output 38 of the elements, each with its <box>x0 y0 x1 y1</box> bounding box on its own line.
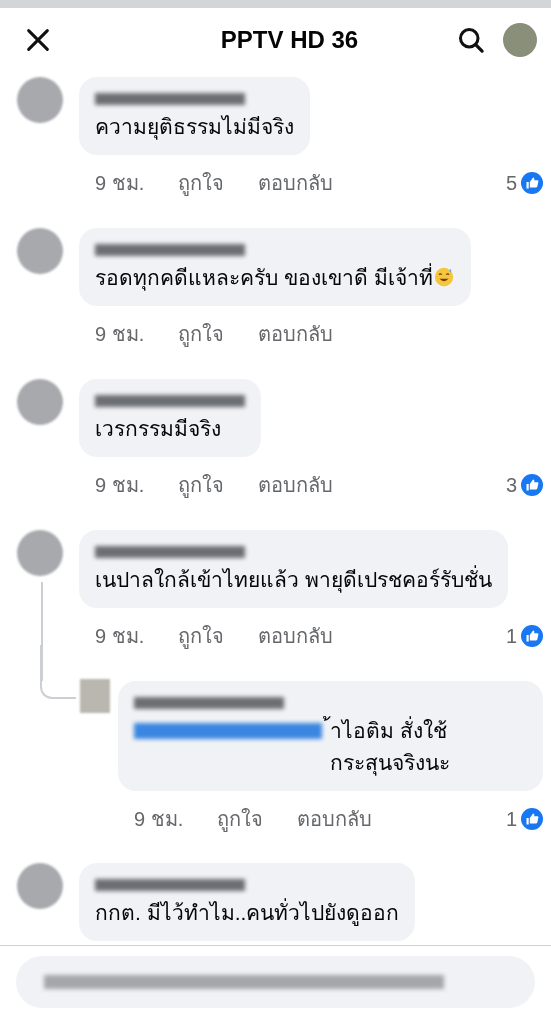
comment-text: ้าไอติม สั่งใช้กระสุนจริงนะ <box>322 715 480 779</box>
comment-time: 9 ชม. <box>95 171 145 196</box>
comment-time: 9 ชม. <box>95 322 145 347</box>
thread-connector <box>40 645 76 699</box>
like-link[interactable]: ถูกใจ <box>178 620 225 652</box>
like-reaction-icon <box>521 474 543 496</box>
like-link[interactable]: ถูกใจ <box>217 803 264 835</box>
reaction-count: 1 <box>505 624 517 648</box>
comment-time: 9 ชม. <box>134 807 184 832</box>
comment-input-field[interactable] <box>16 956 535 1008</box>
blurred-avatar <box>17 228 63 274</box>
reply-link[interactable]: ตอบกลับ <box>258 620 334 652</box>
blurred-avatar <box>17 863 63 909</box>
reaction-count: 3 <box>505 473 517 497</box>
comment-text: เวรกรรมมีจริง <box>95 417 221 440</box>
like-reaction-icon <box>521 808 543 830</box>
comment-text: ความยุติธรรมไม่มีจริง <box>95 115 294 138</box>
page-title: PPTV HD 36 <box>220 26 359 54</box>
like-link[interactable]: ถูกใจ <box>178 318 225 350</box>
close-icon[interactable] <box>24 26 52 54</box>
blurred-avatar <box>17 530 63 576</box>
like-reaction-icon <box>521 625 543 647</box>
like-reaction-icon <box>521 172 543 194</box>
profile-avatar[interactable] <box>503 23 537 57</box>
reply-link[interactable]: ตอบกลับ <box>258 469 334 501</box>
reply-link[interactable]: ตอบกลับ <box>258 318 334 350</box>
comment-time: 9 ชม. <box>95 473 145 498</box>
blurred-avatar <box>17 379 63 425</box>
blurred-avatar <box>17 77 63 123</box>
reply-link[interactable]: ตอบกลับ <box>297 803 373 835</box>
blurred-avatar <box>80 679 110 713</box>
like-link[interactable]: ถูกใจ <box>178 469 225 501</box>
search-icon[interactable] <box>457 26 485 54</box>
reply-link[interactable]: ตอบกลับ <box>258 167 334 199</box>
reaction-count: 5 <box>505 171 517 195</box>
comment-time: 9 ชม. <box>95 624 145 649</box>
like-link[interactable]: ถูกใจ <box>178 167 225 199</box>
reaction-count: 1 <box>505 807 517 831</box>
